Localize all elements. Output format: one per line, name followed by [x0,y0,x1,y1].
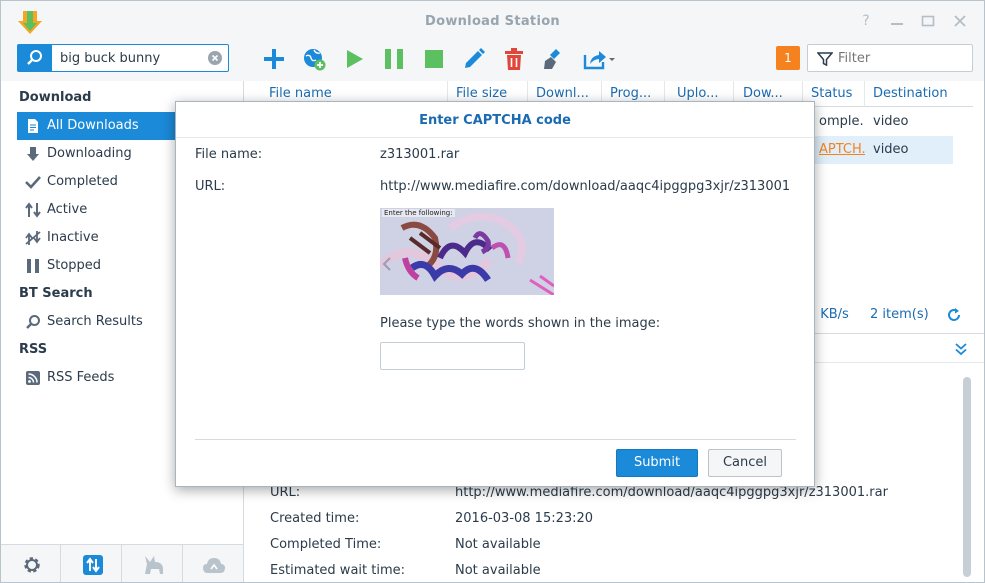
arrow-down-icon [27,147,39,161]
add-url-icon[interactable] [302,47,326,71]
emule-button[interactable] [123,545,183,582]
pause-icon [27,259,39,273]
download-section-header: Download [19,90,92,105]
captcha-prompt: Please type the words shown in the image… [380,316,661,331]
delete-icon[interactable] [502,47,526,71]
refresh-icon[interactable] [947,308,961,322]
row-status: omple... [819,114,865,129]
clear-search-icon[interactable] [208,51,222,65]
column-file-size[interactable]: File size [456,86,526,101]
column-file-name[interactable]: File name [269,86,449,101]
column-progress[interactable]: Prog... [610,86,660,101]
cloud-icon [203,558,225,573]
gear-icon [24,557,40,573]
detail-wait-label: Estimated wait time: [270,563,405,578]
detail-url-label: URL: [270,485,301,500]
total-speed: ) KB/s [811,307,849,322]
share-icon[interactable] [582,47,616,71]
stop-icon[interactable] [422,47,446,71]
detail-completed-value: Not available [455,537,541,552]
close-icon[interactable] [952,13,968,29]
donkey-icon [145,556,163,574]
maximize-icon[interactable] [920,13,936,29]
sidebar-item-label: Completed [47,174,118,189]
dialog-divider [176,137,814,138]
transfer-button[interactable] [62,545,122,582]
url-value: http://www.mediafire.com/download/aaqc4i… [380,179,790,194]
up-down-arrows-icon [25,202,41,218]
sidebar-item-label: Active [47,202,88,217]
window-title: Download Station [425,14,560,29]
clear-completed-icon[interactable] [542,47,566,71]
captcha-input[interactable] [380,342,525,370]
column-download-speed[interactable]: Dow... [743,86,793,101]
dialog-footer-divider [195,439,796,440]
sidebar-item-label: Downloading [47,146,132,161]
sidebar-item-label: Stopped [47,258,102,273]
row-status-captcha-link[interactable]: APTCH... [819,142,865,157]
detail-completed-label: Completed Time: [270,537,382,552]
captcha-dialog: Enter CAPTCHA code File name: z313001.ra… [175,101,815,487]
dialog-title: Enter CAPTCHA code [419,113,571,128]
detail-created-value: 2016-03-08 15:23:20 [455,511,594,526]
item-count: 2 item(s) [870,307,929,322]
column-separator [864,81,865,107]
sidebar-item-label: Search Results [47,314,143,329]
detail-scrollbar[interactable] [963,377,971,577]
resume-icon[interactable] [342,47,366,71]
inactive-icon [25,231,41,245]
column-destination[interactable]: Destination [873,86,963,101]
file-name-value: z313001.rar [380,147,460,162]
filter-input[interactable] [838,49,968,67]
settings-button[interactable] [1,545,61,582]
filter-field[interactable] [807,44,973,72]
column-upload-speed[interactable]: Uplo... [677,86,727,101]
sidebar-item-label: RSS Feeds [47,370,115,385]
filter-icon [817,52,833,67]
row-destination: video [873,114,909,129]
transfer-arrows-icon [83,555,103,575]
title-bar: Download Station ? [1,1,984,41]
rss-section-header: RSS [19,342,48,357]
sidebar-bottom-bar [1,544,244,582]
submit-button[interactable]: Submit [616,449,698,477]
toolbar: 1 [1,41,984,81]
document-icon [28,119,38,133]
download-station-window: Download Station ? big buck bunny 1 Filt… [0,0,985,583]
search-icon [26,315,40,329]
minimize-icon[interactable] [889,13,905,29]
search-button[interactable] [18,45,52,71]
search-input[interactable] [60,49,206,67]
row-destination: video [873,142,909,157]
column-downloaded[interactable]: Downl... [536,86,596,101]
cancel-button[interactable]: Cancel [708,449,782,477]
cloud-button[interactable] [184,545,244,582]
search-icon [27,50,42,65]
edit-icon[interactable] [462,47,486,71]
sidebar-item-label: Inactive [47,230,99,245]
search-field[interactable] [17,44,229,72]
add-icon[interactable] [262,47,286,71]
rss-icon [26,371,40,385]
captcha-image: Enter the following: [380,208,554,295]
help-icon[interactable]: ? [858,13,874,29]
column-status[interactable]: Status [811,86,861,101]
detail-created-label: Created time: [270,511,360,526]
url-label: URL: [195,179,226,194]
bt-search-section-header: BT Search [19,286,93,301]
captcha-hint-text: Enter the following: [382,209,455,217]
file-name-label: File name: [195,147,263,162]
detail-wait-value: Not available [455,563,541,578]
notification-badge[interactable]: 1 [776,46,800,70]
detail-url-value: http://www.mediafire.com/download/aaqc4i… [455,485,888,500]
double-chevron-down-icon[interactable] [953,341,969,357]
sidebar-item-label: All Downloads [47,118,139,133]
pause-icon[interactable] [382,47,406,71]
captcha-distorted-text [380,208,554,295]
checkmark-icon [25,176,41,189]
